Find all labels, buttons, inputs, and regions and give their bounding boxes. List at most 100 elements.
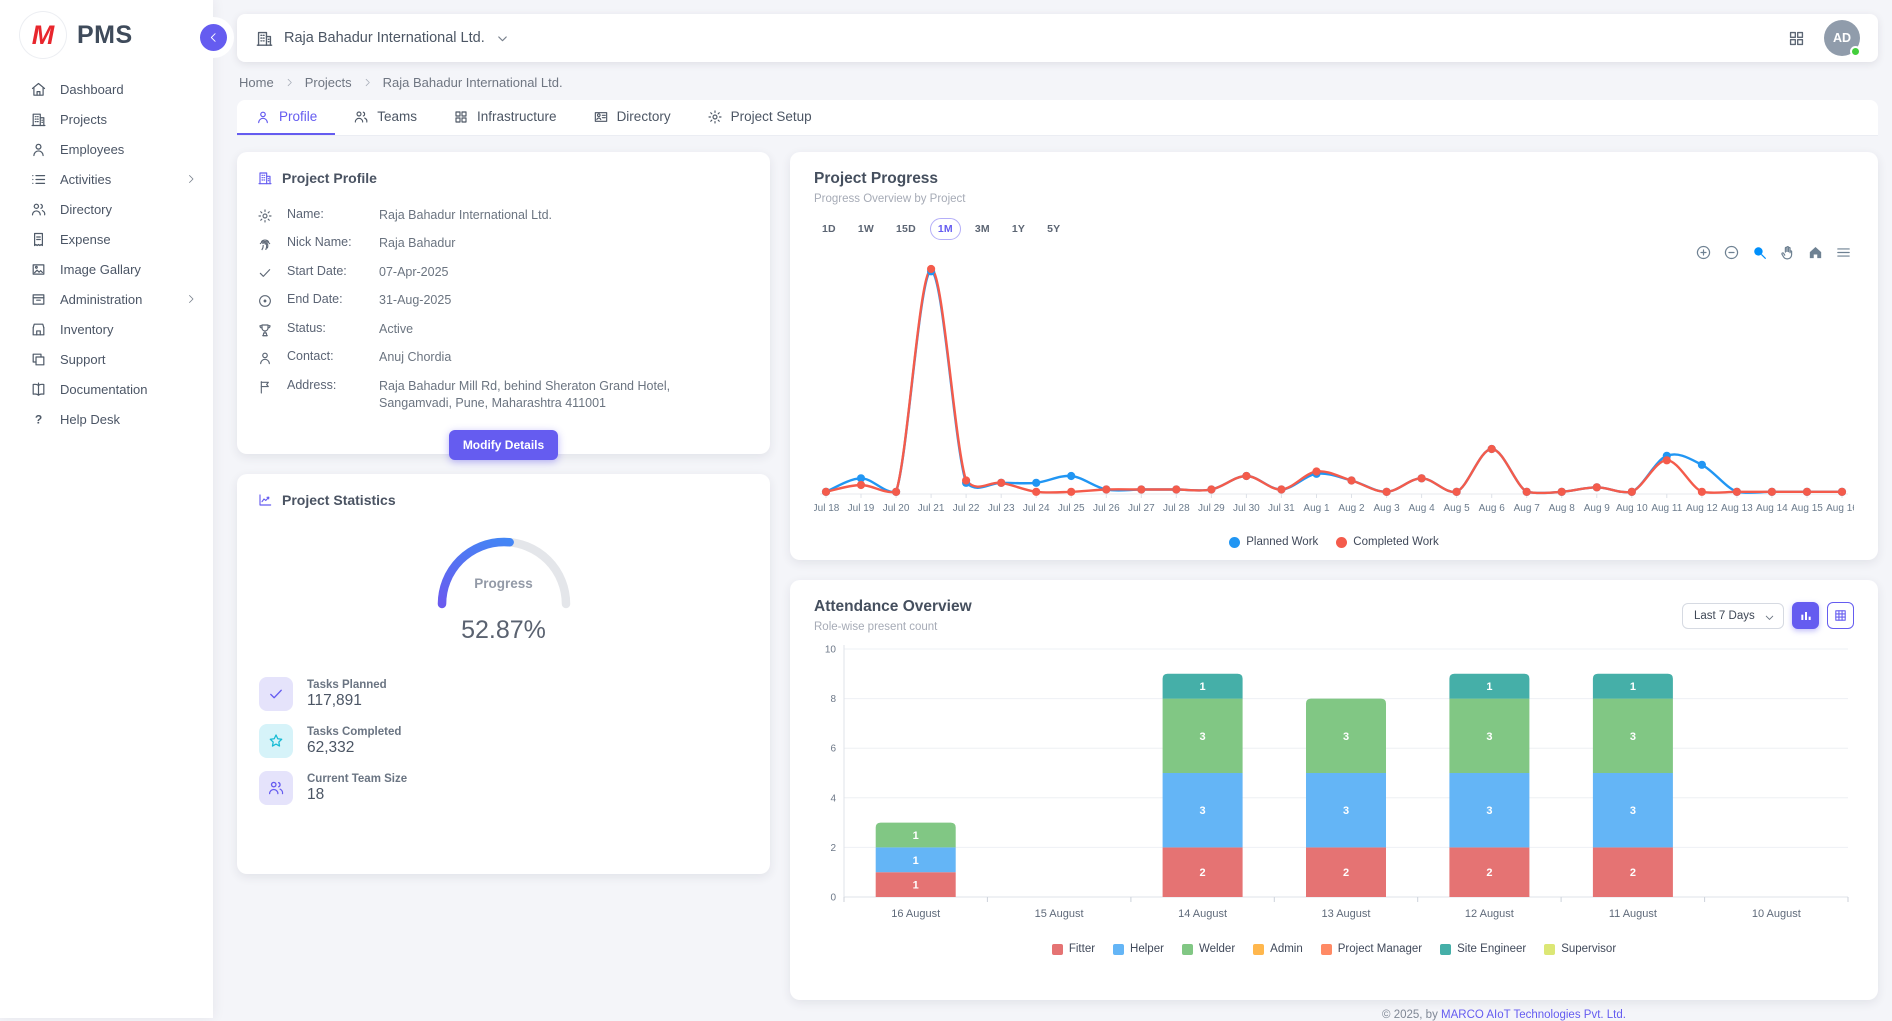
legend-item-project-manager[interactable]: Project Manager	[1321, 943, 1422, 955]
sidebar-item-employees[interactable]: Employees	[0, 134, 213, 164]
tab-profile[interactable]: Profile	[237, 100, 335, 135]
legend-label: Admin	[1270, 943, 1303, 955]
adminbox-icon	[30, 291, 47, 308]
svg-text:Aug 4: Aug 4	[1409, 503, 1436, 514]
svg-text:2: 2	[1486, 867, 1492, 879]
legend-item-completed-work[interactable]: Completed Work	[1336, 536, 1438, 548]
reset-zoom-icon[interactable]	[1807, 244, 1824, 261]
legend-item-supervisor[interactable]: Supervisor	[1544, 943, 1616, 955]
project-statistics-card: Project Statistics Progress 52.87% Tasks…	[237, 474, 770, 874]
legend-item-helper[interactable]: Helper	[1113, 943, 1164, 955]
svg-text:13 August: 13 August	[1322, 908, 1371, 920]
tab-label: Directory	[617, 109, 671, 124]
legend-label: Planned Work	[1246, 536, 1318, 548]
book-icon	[30, 381, 47, 398]
tab-bar: ProfileTeamsInfrastructure Directory Proje…	[237, 100, 1878, 136]
legend-item-fitter[interactable]: Fitter	[1052, 943, 1095, 955]
sidebar-item-support[interactable]: Support	[0, 344, 213, 374]
image-icon	[30, 261, 47, 278]
legend-swatch	[1440, 944, 1451, 955]
sidebar-item-projects[interactable]: Projects	[0, 104, 213, 134]
legend-swatch	[1229, 537, 1240, 548]
svg-text:3: 3	[1486, 731, 1492, 743]
svg-text:Aug 14: Aug 14	[1756, 503, 1788, 514]
sidebar-item-administration[interactable]: Administration	[0, 284, 213, 314]
legend-item-admin[interactable]: Admin	[1253, 943, 1303, 955]
zoom-in-icon[interactable]	[1695, 244, 1712, 261]
trophy-icon	[257, 321, 287, 338]
fingerprint-icon	[257, 235, 287, 252]
sidebar-item-label: Dashboard	[60, 82, 124, 97]
svg-text:Jul 30: Jul 30	[1233, 503, 1260, 514]
svg-text:14 August: 14 August	[1178, 908, 1227, 920]
svg-text:3: 3	[1200, 805, 1206, 817]
range-1d[interactable]: 1D	[814, 218, 844, 240]
sidebar-item-expense[interactable]: Expense	[0, 224, 213, 254]
app-logo[interactable]: M PMS	[0, 0, 213, 74]
svg-text:3: 3	[1630, 805, 1636, 817]
sidebar-collapse-button[interactable]	[200, 24, 227, 51]
breadcrumb-item-projects[interactable]: Projects	[305, 75, 352, 90]
table-grid-icon	[1833, 608, 1848, 623]
selection-zoom-icon[interactable]	[1751, 244, 1768, 261]
svg-text:15 August: 15 August	[1035, 908, 1084, 920]
breadcrumb-item-home[interactable]: Home	[239, 75, 274, 90]
modify-details-button[interactable]: Modify Details	[449, 430, 558, 460]
grid4-icon	[453, 109, 469, 125]
stat-value: 62,332	[307, 739, 401, 757]
receipt-icon	[30, 231, 47, 248]
idcard-icon	[593, 109, 609, 125]
field-end-date: End Date:31-Aug-2025	[257, 287, 750, 316]
table-view-button[interactable]	[1827, 602, 1854, 629]
zoom-out-icon[interactable]	[1723, 244, 1740, 261]
footer-company-link[interactable]: MARCO AIoT Technologies Pvt. Ltd.	[1441, 1009, 1626, 1021]
apps-grid-icon[interactable]	[1787, 29, 1806, 48]
field-label: Status:	[287, 321, 379, 335]
project-progress-chart: Jul 18Jul 19Jul 20Jul 21Jul 22Jul 23Jul …	[814, 244, 1854, 534]
svg-text:Jul 23: Jul 23	[988, 503, 1015, 514]
company-selector[interactable]: Raja Bahadur International Ltd.	[255, 29, 510, 48]
breadcrumb: HomeProjectsRaja Bahadur International L…	[239, 75, 1876, 90]
sidebar-item-activities[interactable]: Activities	[0, 164, 213, 194]
tab-directory[interactable]: Directory	[575, 100, 689, 135]
field-start-date: Start Date:07-Apr-2025	[257, 258, 750, 287]
range-1m[interactable]: 1M	[930, 218, 961, 240]
legend-label: Project Manager	[1338, 943, 1422, 955]
range-1y[interactable]: 1Y	[1004, 218, 1033, 240]
range-3m[interactable]: 3M	[967, 218, 998, 240]
chart-subtitle: Role-wise present count	[814, 621, 972, 633]
stat-label: Current Team Size	[307, 773, 407, 785]
svg-text:Aug 1: Aug 1	[1303, 503, 1330, 514]
legend-item-planned-work[interactable]: Planned Work	[1229, 536, 1318, 548]
field-name: Name:Raja Bahadur International Ltd.	[257, 201, 750, 230]
pan-icon[interactable]	[1779, 244, 1796, 261]
svg-text:Aug 11: Aug 11	[1651, 503, 1682, 514]
tab-teams[interactable]: Teams	[335, 100, 435, 135]
field-nick-name: Nick Name:Raja Bahadur	[257, 230, 750, 259]
tab-project-setup[interactable]: Project Setup	[689, 100, 830, 135]
sidebar-item-help-desk[interactable]: ?Help Desk	[0, 404, 213, 434]
tab-infrastructure[interactable]: Infrastructure	[435, 100, 575, 135]
field-label: Contact:	[287, 349, 379, 363]
card-title: Project Statistics	[282, 492, 396, 508]
range-1w[interactable]: 1W	[850, 218, 882, 240]
period-select-wrapper: Last 7 Days	[1682, 603, 1784, 629]
user-avatar[interactable]: AD	[1824, 20, 1860, 56]
range-15d[interactable]: 15D	[888, 218, 924, 240]
sidebar-item-directory[interactable]: Directory	[0, 194, 213, 224]
project-progress-card: Project Progress Progress Overview by Pr…	[790, 152, 1878, 560]
sidebar-item-documentation[interactable]: Documentation	[0, 374, 213, 404]
legend-item-site-engineer[interactable]: Site Engineer	[1440, 943, 1526, 955]
period-select[interactable]: Last 7 Days	[1682, 603, 1784, 629]
range-5y[interactable]: 5Y	[1039, 218, 1068, 240]
chart-view-button[interactable]	[1792, 602, 1819, 629]
line-chart-legend: Planned Work Completed Work	[814, 536, 1854, 548]
sidebar-item-dashboard[interactable]: Dashboard	[0, 74, 213, 104]
legend-item-welder[interactable]: Welder	[1182, 943, 1235, 955]
sidebar-item-inventory[interactable]: Inventory	[0, 314, 213, 344]
menu-icon[interactable]	[1835, 244, 1852, 261]
card-title-row: Project Statistics	[257, 492, 750, 508]
svg-text:Jul 28: Jul 28	[1163, 503, 1190, 514]
sidebar-item-image-gallary[interactable]: Image Gallary	[0, 254, 213, 284]
svg-text:Jul 26: Jul 26	[1093, 503, 1120, 514]
